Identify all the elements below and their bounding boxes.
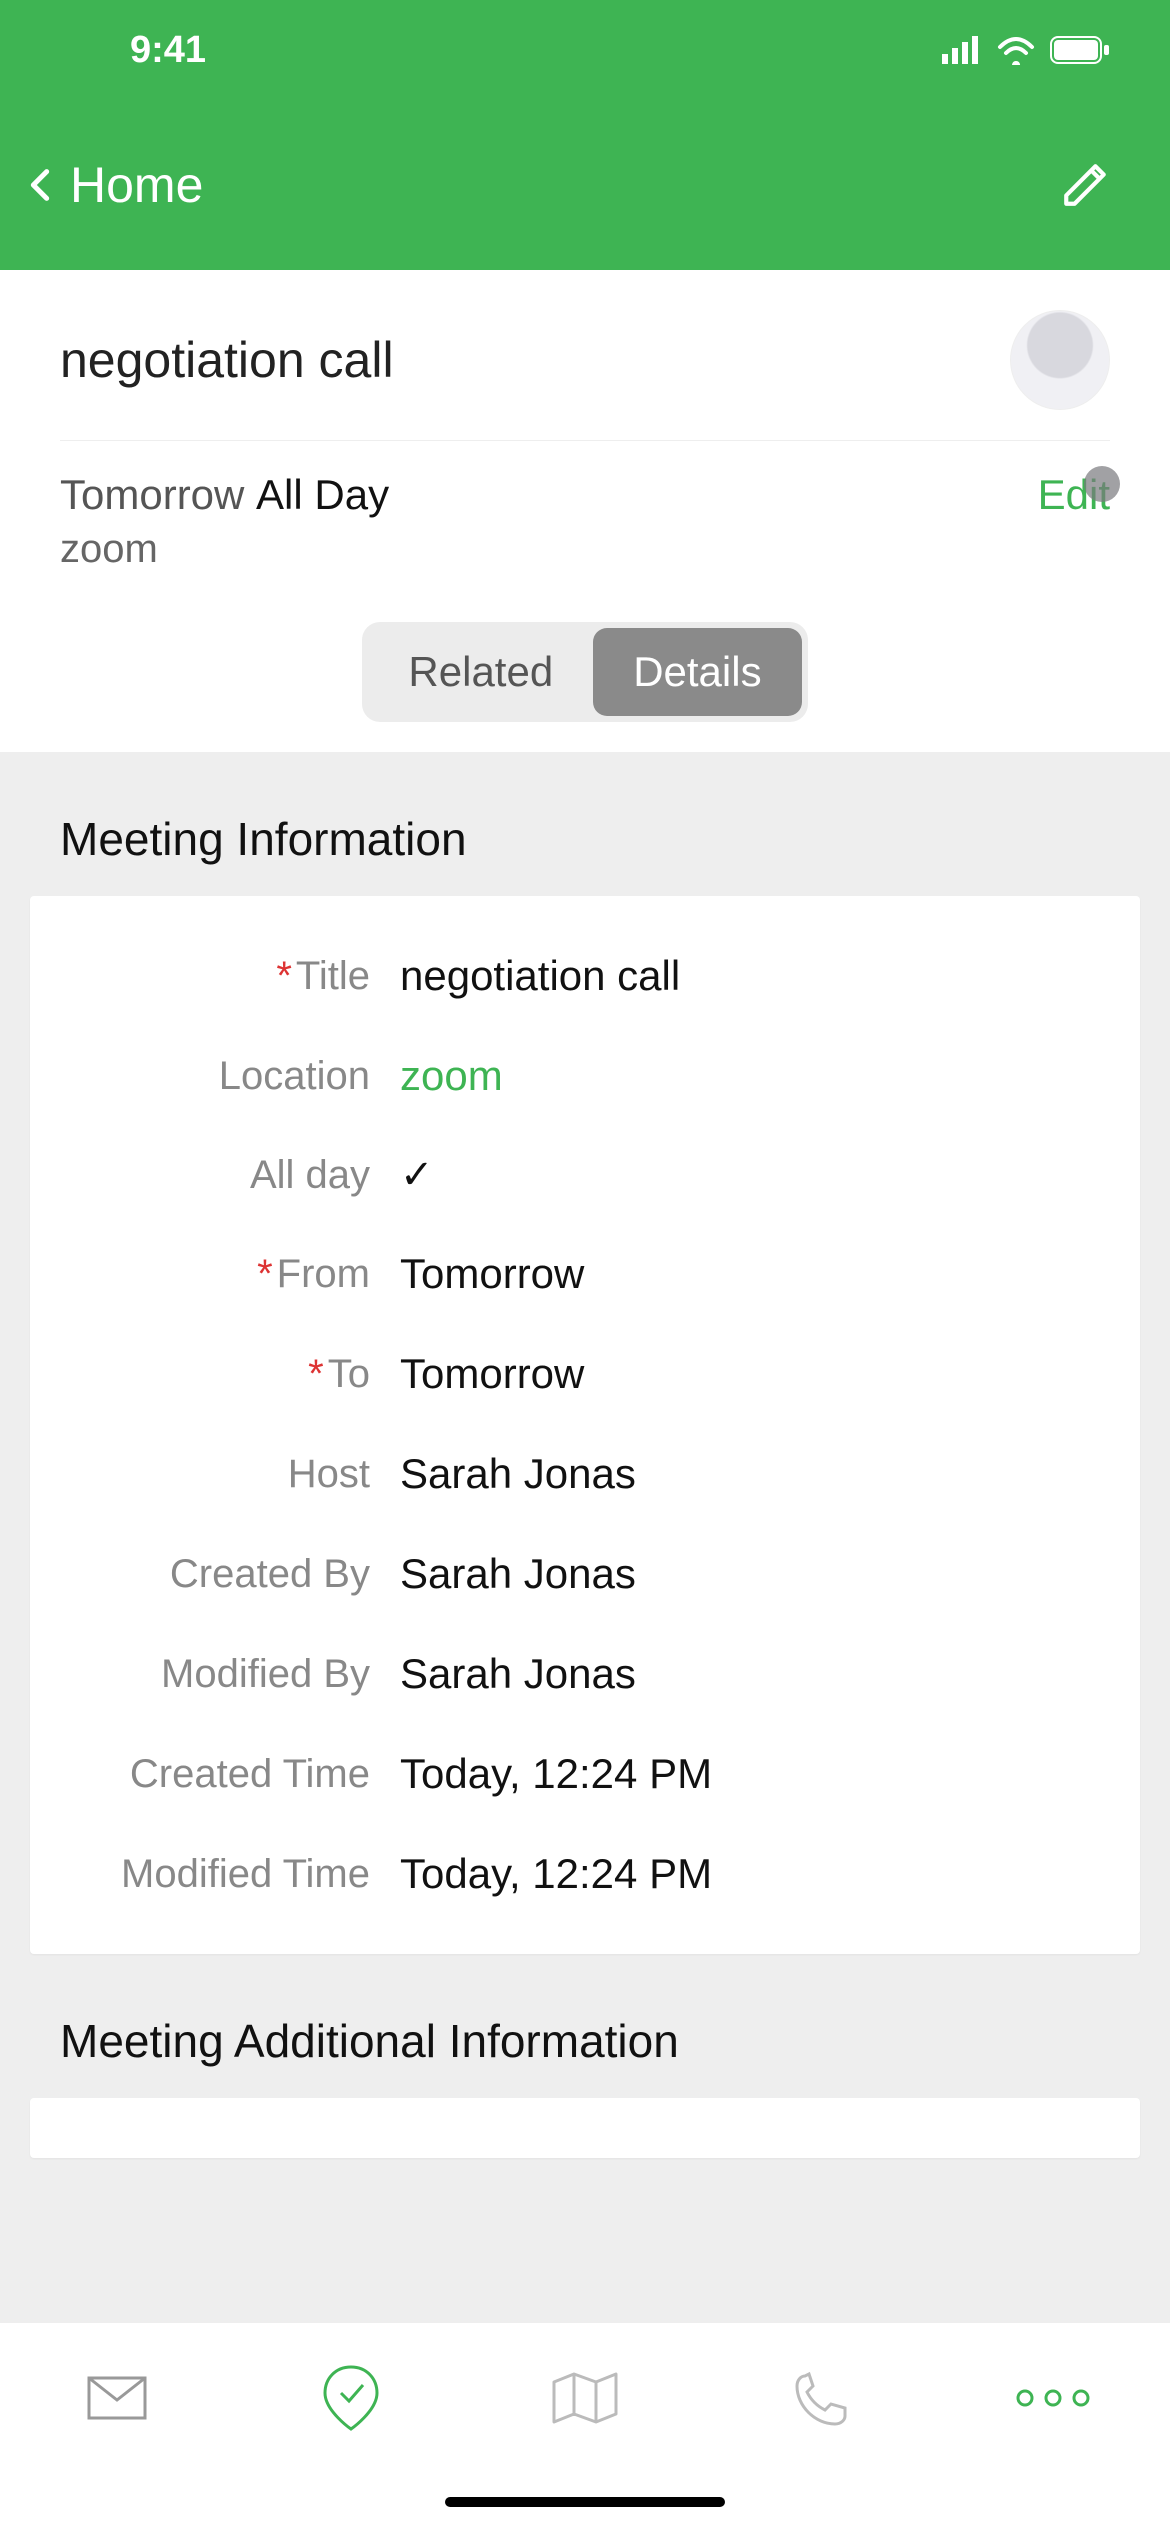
label-from: From xyxy=(277,1252,370,1296)
location-check-icon xyxy=(323,2365,379,2431)
summary-date-allday: All Day xyxy=(256,471,389,518)
record-title: negotiation call xyxy=(60,331,394,389)
checkin-button[interactable] xyxy=(311,2363,391,2433)
edit-button[interactable] xyxy=(1060,160,1110,210)
mail-icon xyxy=(87,2376,147,2420)
summary-date-prefix: Tomorrow xyxy=(60,471,244,518)
mail-button[interactable] xyxy=(77,2363,157,2433)
value-to: Tomorrow xyxy=(400,1350,584,1398)
field-modifiedtime: Modified Time Today, 12:24 PM xyxy=(60,1824,1110,1924)
value-allday-check-icon: ✓ xyxy=(400,1152,434,1198)
field-location: Location zoom xyxy=(60,1026,1110,1126)
chevron-left-icon xyxy=(20,165,60,205)
value-host: Sarah Jonas xyxy=(400,1450,636,1498)
label-modifiedby: Modified By xyxy=(60,1652,400,1697)
details-content: Meeting Information *Title negotiation c… xyxy=(0,752,1170,2512)
call-button[interactable] xyxy=(779,2363,859,2433)
field-from: *From Tomorrow xyxy=(60,1224,1110,1324)
summary-date: Tomorrow All Day xyxy=(60,471,389,519)
status-bar: 9:41 xyxy=(0,0,1170,100)
map-button[interactable] xyxy=(545,2363,625,2433)
status-time: 9:41 xyxy=(130,29,206,72)
value-location[interactable]: zoom xyxy=(400,1052,503,1100)
field-host: Host Sarah Jonas xyxy=(60,1424,1110,1524)
label-modifiedtime: Modified Time xyxy=(60,1852,400,1897)
more-button[interactable] xyxy=(1013,2363,1093,2433)
field-allday: All day ✓ xyxy=(60,1126,1110,1224)
tab-segment: Related Details xyxy=(0,602,1170,752)
status-indicators xyxy=(942,35,1110,65)
value-title: negotiation call xyxy=(400,952,680,1000)
label-host: Host xyxy=(60,1452,400,1497)
field-modifiedby: Modified By Sarah Jonas xyxy=(60,1624,1110,1724)
pencil-icon xyxy=(1060,160,1110,210)
label-allday: All day xyxy=(60,1153,400,1198)
additional-info-card xyxy=(30,2098,1140,2158)
value-from: Tomorrow xyxy=(400,1250,584,1298)
tab-related[interactable]: Related xyxy=(368,628,593,716)
field-createdby: Created By Sarah Jonas xyxy=(60,1524,1110,1624)
value-modifiedby: Sarah Jonas xyxy=(400,1650,636,1698)
battery-icon xyxy=(1050,36,1110,64)
home-indicator[interactable] xyxy=(445,2497,725,2507)
meeting-info-card: *Title negotiation call Location zoom Al… xyxy=(30,896,1140,1954)
label-createdtime: Created Time xyxy=(60,1752,400,1797)
nav-bar: Home xyxy=(0,100,1170,270)
field-createdtime: Created Time Today, 12:24 PM xyxy=(60,1724,1110,1824)
label-title: Title xyxy=(296,954,370,998)
section-meeting-info-title: Meeting Information xyxy=(30,792,1140,896)
cellular-icon xyxy=(942,36,982,64)
field-to: *To Tomorrow xyxy=(60,1324,1110,1424)
back-button[interactable]: Home xyxy=(20,156,203,214)
label-to: To xyxy=(328,1352,370,1396)
wifi-icon xyxy=(996,35,1036,65)
label-location: Location xyxy=(60,1054,400,1099)
summary-location: zoom xyxy=(60,527,1110,572)
avatar[interactable] xyxy=(1010,310,1110,410)
edit-badge-icon xyxy=(1084,466,1120,502)
section-additional-title: Meeting Additional Information xyxy=(30,1954,1140,2098)
more-icon xyxy=(1013,2388,1093,2408)
value-createdby: Sarah Jonas xyxy=(400,1550,636,1598)
nav-title: Home xyxy=(70,156,203,214)
value-modifiedtime: Today, 12:24 PM xyxy=(400,1850,712,1898)
tab-details[interactable]: Details xyxy=(593,628,801,716)
field-title: *Title negotiation call xyxy=(60,926,1110,1026)
edit-link[interactable]: Edit xyxy=(1038,471,1110,519)
label-createdby: Created By xyxy=(60,1552,400,1597)
phone-icon xyxy=(791,2370,847,2426)
value-createdtime: Today, 12:24 PM xyxy=(400,1750,712,1798)
summary-section: negotiation call Tomorrow All Day Edit z… xyxy=(0,270,1170,602)
map-icon xyxy=(552,2372,618,2424)
